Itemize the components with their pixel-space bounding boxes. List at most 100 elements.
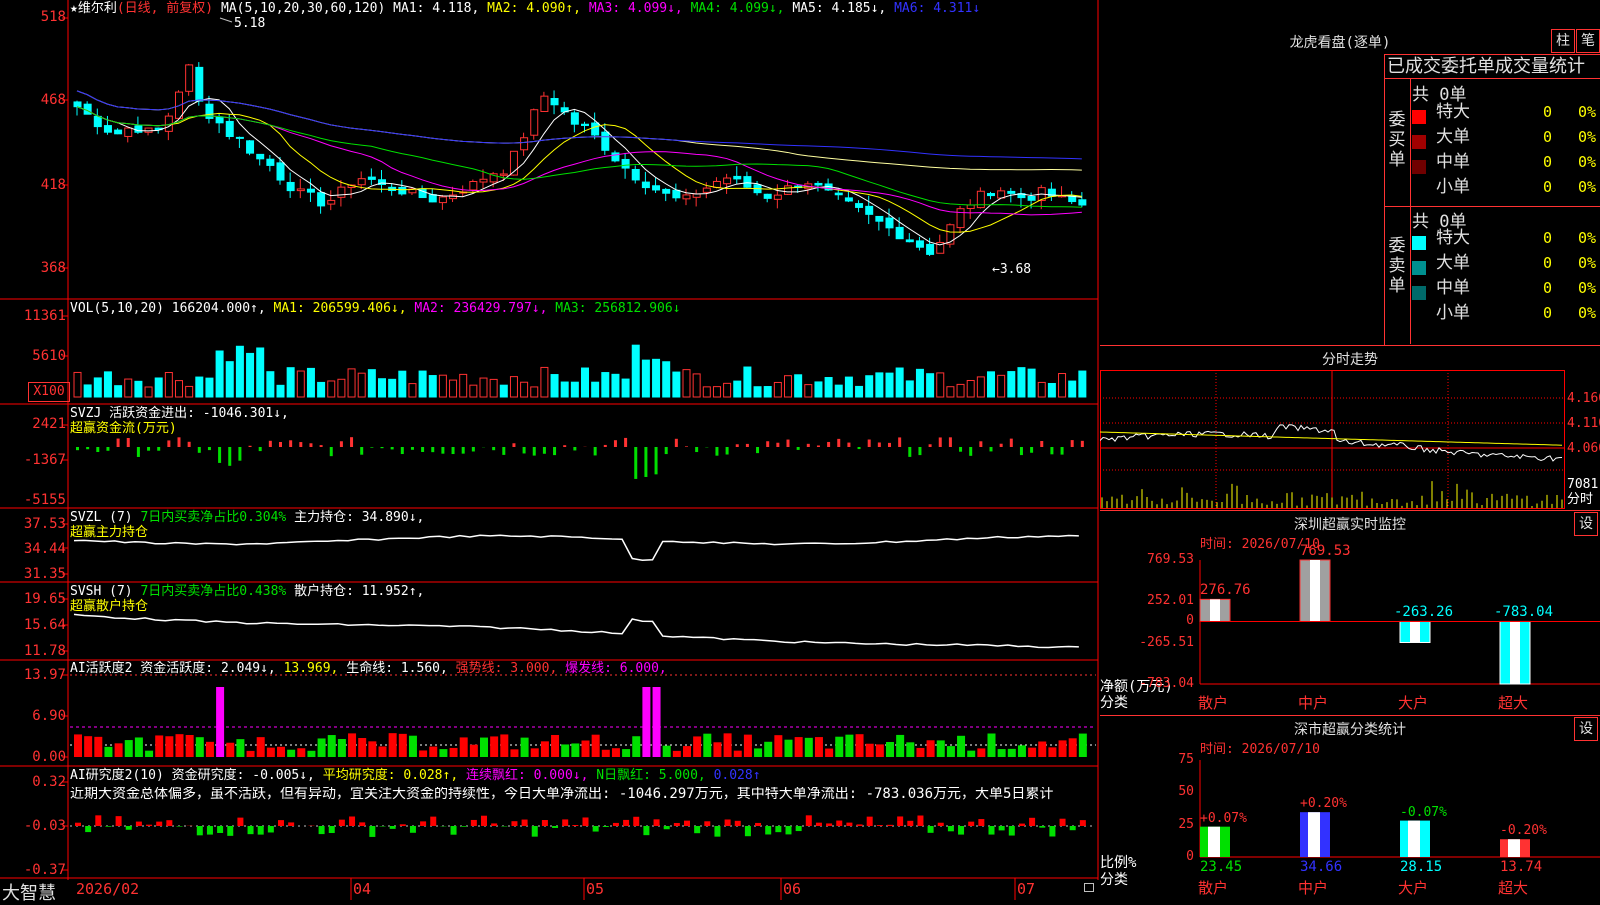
bar-mode-button[interactable]: 柱 [1551,29,1575,53]
research-bar [968,822,974,826]
category-color-swatch [1412,311,1426,325]
activity-bar [673,751,681,757]
activity-bar [835,737,843,757]
flow-bar [929,444,932,447]
volume-bar [977,377,984,397]
class-value-label: 28.15 [1400,860,1442,875]
research-bar [258,826,264,835]
category-count: 0 [1543,231,1552,246]
intraday-chart[interactable] [1100,370,1600,510]
flow-bar [817,445,820,447]
flow-bar [675,439,678,447]
research-bar [1009,826,1015,836]
flow-bar [979,441,982,447]
research-bar [136,822,142,826]
activity-bar [480,738,488,757]
svsh-header: SVSH (7) 7日内买卖净占比0.438% 散户持仓: 11.952↑, [70,584,424,599]
research-bar [928,826,934,833]
candle-body [845,198,852,201]
flow-bar [918,447,921,455]
svzl-header: SVZL (7) 7日内买卖净占比0.304% 主力持仓: 34.890↓, [70,510,424,525]
flow-bar [340,441,343,447]
class-category: 散户 [1198,881,1228,896]
volume-bar [297,371,304,397]
volume-bar [713,387,720,397]
class-bars [1200,812,1530,857]
category-pct: 0% [1578,105,1596,120]
flow-bar [208,447,211,450]
candle-body [500,174,507,175]
svzj-tick: -1367 [0,452,66,468]
candle-body [521,138,528,150]
activity-bar [947,746,955,757]
research-bar [1060,819,1066,826]
research-bar [1049,826,1055,836]
category-name: 特大 [1436,231,1470,246]
research-bar [451,826,457,835]
class-tick: 25 [1132,817,1194,832]
candle-body [318,193,325,206]
buy-label: 委买单 [1385,110,1409,170]
activity-bar [125,740,133,757]
flow-bar [492,447,495,450]
activity-bar [967,751,975,757]
app-logo[interactable]: 大智慧 [2,879,56,905]
category-count: 0 [1543,130,1552,145]
stock-title[interactable]: ★维尔利 [70,1,117,16]
activity-bar [703,734,711,757]
volume-bar [825,378,832,397]
vol-unit-box[interactable]: X100 [28,382,70,402]
intraday-tick: 4.110 [1567,416,1600,431]
flow-bar [908,447,911,457]
x-axis-label: 07 [1017,880,1035,898]
strong-line-value: 强势线: 3.000, [456,661,558,676]
ma2-value: MA2: 4.090↑, [487,1,581,16]
activity-bar [368,741,376,757]
ai-tick: 0.00 [0,749,66,765]
flow-bar [137,447,140,457]
research-bar [714,826,720,837]
volume-bar [774,382,781,397]
volume-bar [1038,382,1045,397]
activity-bar [409,736,417,757]
research-bar [623,820,629,826]
research-bar [583,817,589,826]
tick-mode-button[interactable]: 笔 [1576,29,1600,53]
research-bar [227,826,233,836]
activity-bar [744,735,752,757]
flow-bar [1081,441,1084,447]
flow-bar [837,439,840,447]
volume-bar [612,374,619,397]
flow-bar [898,437,901,447]
volume-bar [785,376,792,397]
volume-bar [521,382,528,397]
period-label[interactable]: (日线, 前复权) [117,1,213,16]
svsh-tick: 11.78 [0,643,66,659]
research-bar [207,826,213,835]
research-bar [958,826,964,835]
monitor-tick: 769.53 [1132,552,1194,567]
flow-bar [1040,441,1043,447]
activity-bar [470,745,478,757]
bar-highlight [1410,621,1420,642]
flow-bar [990,447,993,451]
flow-bar [421,447,424,452]
volume-bar [622,379,629,397]
research-bar [359,822,365,826]
flow-bar [959,447,962,452]
svzl-tick: 34.44 [0,541,66,557]
flow-bar [381,447,384,448]
volume-bar [104,372,111,397]
activity-bar [358,738,366,757]
lock-icon[interactable] [1084,883,1094,892]
volume-bar [693,374,700,397]
low-price-label: ←3.68 [992,262,1031,277]
volume-bar [307,368,314,397]
activity-bar [267,748,275,757]
volume-bar [206,378,213,397]
volume-bar [1059,374,1066,397]
research-bar [177,826,183,827]
volume-bar [927,374,934,397]
bar-highlight [1408,821,1420,857]
volume-bar [876,373,883,397]
